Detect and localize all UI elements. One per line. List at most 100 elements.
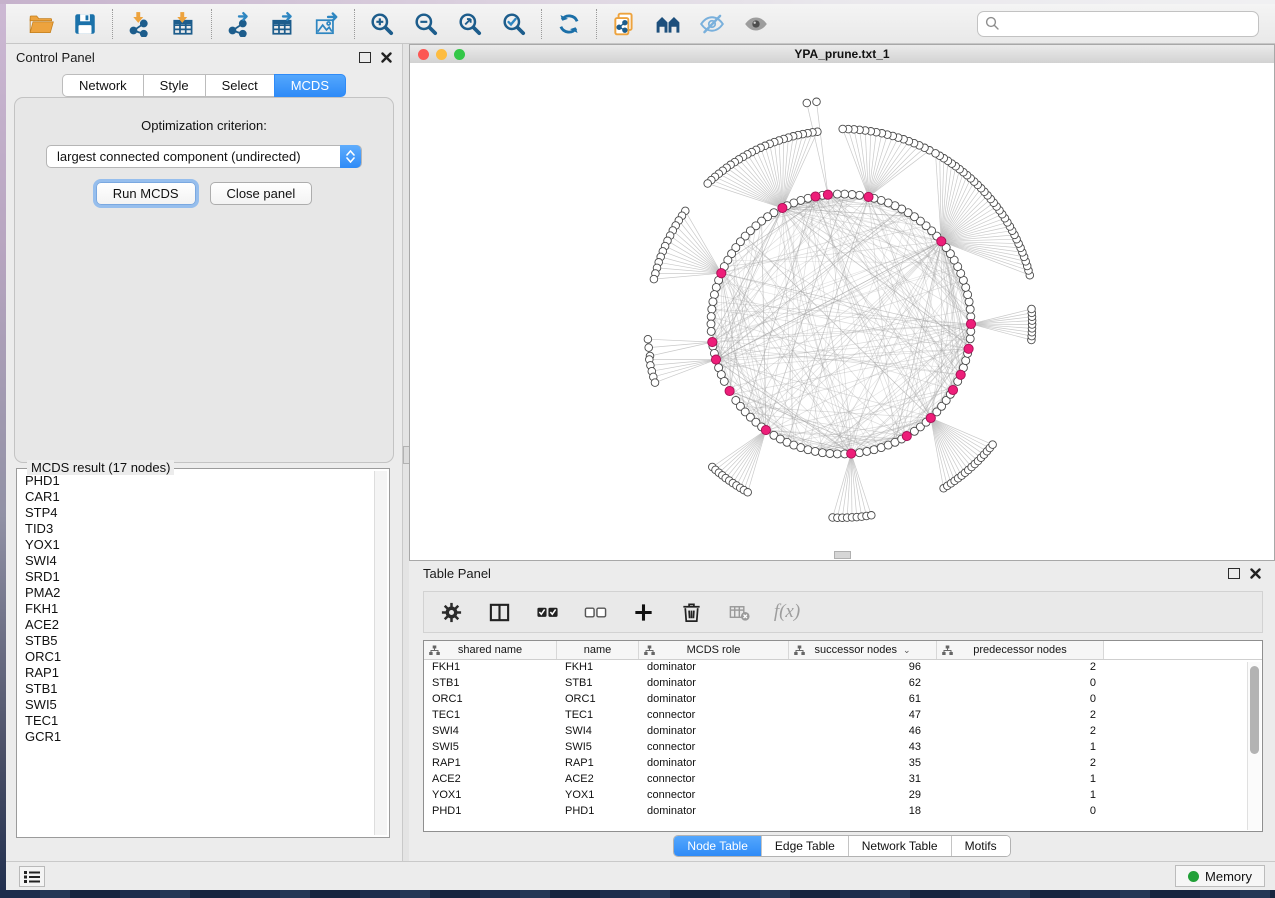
zoom-out-button[interactable]: [412, 10, 440, 38]
column-header-successor-nodes[interactable]: successor nodes⌄: [789, 641, 937, 659]
graph-node[interactable]: [709, 298, 717, 306]
graph-hub-node[interactable]: [847, 449, 856, 458]
graph-node[interactable]: [870, 446, 878, 454]
network-canvas[interactable]: [410, 63, 1274, 560]
first-neighbors-button[interactable]: [654, 10, 682, 38]
graph-hub-node[interactable]: [948, 385, 957, 394]
graph-leaf-node[interactable]: [744, 489, 752, 497]
tab-node-table[interactable]: Node Table: [674, 836, 762, 856]
close-table-panel-icon[interactable]: [1250, 568, 1261, 579]
graph-hub-node[interactable]: [717, 269, 726, 278]
select-all-button[interactable]: [534, 599, 560, 625]
graph-node[interactable]: [962, 357, 970, 365]
graph-leaf-node[interactable]: [645, 344, 653, 352]
export-table-button[interactable]: [269, 10, 297, 38]
delete-button[interactable]: [678, 599, 704, 625]
network-titlebar[interactable]: YPA_prune.txt_1: [410, 45, 1274, 64]
network-graph[interactable]: [410, 63, 1274, 560]
zoom-fit-button[interactable]: [456, 10, 484, 38]
graph-leaf-node[interactable]: [813, 98, 821, 106]
table-row[interactable]: ORC1ORC1dominator610: [424, 692, 1262, 708]
table-row[interactable]: PHD1PHD1dominator180: [424, 804, 1262, 820]
column-header-shared-name[interactable]: shared name: [424, 641, 557, 659]
table-row[interactable]: FKH1FKH1dominator962: [424, 660, 1262, 676]
mcds-result-item[interactable]: FKH1: [25, 601, 373, 617]
run-mcds-button[interactable]: Run MCDS: [96, 182, 196, 205]
graph-node[interactable]: [707, 327, 715, 335]
tab-network-table[interactable]: Network Table: [849, 836, 952, 856]
close-panel-icon[interactable]: [381, 52, 392, 63]
settings-button[interactable]: [438, 599, 464, 625]
graph-hub-node[interactable]: [926, 413, 935, 422]
table-row[interactable]: TEC1TEC1connector472: [424, 708, 1262, 724]
horizontal-splitter-handle[interactable]: [834, 551, 851, 559]
graph-node[interactable]: [966, 335, 974, 343]
add-button[interactable]: [630, 599, 656, 625]
graph-hub-node[interactable]: [725, 386, 734, 395]
graph-leaf-node[interactable]: [651, 379, 659, 387]
graph-leaf-node[interactable]: [868, 512, 876, 520]
tab-network[interactable]: Network: [62, 74, 143, 97]
graph-node[interactable]: [856, 449, 864, 457]
graph-node[interactable]: [720, 377, 728, 385]
graph-node[interactable]: [707, 313, 715, 321]
clone-network-button[interactable]: [610, 10, 638, 38]
table-row[interactable]: YOX1YOX1connector291: [424, 788, 1262, 804]
float-panel-icon[interactable]: [359, 52, 371, 63]
graph-hub-node[interactable]: [966, 319, 975, 328]
mcds-result-item[interactable]: ORC1: [25, 649, 373, 665]
export-network-button[interactable]: [225, 10, 253, 38]
task-history-button[interactable]: [19, 866, 45, 887]
column-header-predecessor-nodes[interactable]: predecessor nodes: [937, 641, 1104, 659]
graph-node[interactable]: [863, 447, 871, 455]
graph-node[interactable]: [856, 191, 864, 199]
column-header-name[interactable]: name: [557, 641, 639, 659]
graph-node[interactable]: [811, 447, 819, 455]
window-zoom-traffic-light[interactable]: [454, 49, 465, 60]
show-all-button[interactable]: [742, 10, 770, 38]
graph-leaf-node[interactable]: [704, 180, 712, 188]
tab-mcds[interactable]: MCDS: [274, 74, 346, 97]
mcds-list-scrollbar[interactable]: [374, 471, 387, 835]
graph-hub-node[interactable]: [708, 338, 717, 347]
memory-button[interactable]: Memory: [1175, 865, 1265, 887]
graph-hub-node[interactable]: [956, 370, 965, 379]
table-row[interactable]: RAP1RAP1dominator352: [424, 756, 1262, 772]
graph-leaf-node[interactable]: [803, 99, 811, 107]
search-input[interactable]: [977, 11, 1259, 37]
graph-hub-node[interactable]: [711, 355, 720, 364]
hide-selected-button[interactable]: [698, 10, 726, 38]
mcds-result-item[interactable]: STB5: [25, 633, 373, 649]
graph-node[interactable]: [841, 190, 849, 198]
graph-leaf-node[interactable]: [989, 441, 997, 449]
graph-hub-node[interactable]: [964, 344, 973, 353]
graph-hub-node[interactable]: [864, 192, 873, 201]
split-view-button[interactable]: [486, 599, 512, 625]
tab-select[interactable]: Select: [205, 74, 274, 97]
table-row[interactable]: ACE2ACE2connector311: [424, 772, 1262, 788]
import-network-button[interactable]: [126, 10, 154, 38]
mcds-result-item[interactable]: ACE2: [25, 617, 373, 633]
table-row[interactable]: SWI5SWI5connector431: [424, 740, 1262, 756]
open-button[interactable]: [27, 10, 55, 38]
zoom-selected-button[interactable]: [500, 10, 528, 38]
graph-leaf-node[interactable]: [932, 150, 940, 158]
mcds-result-item[interactable]: STP4: [25, 505, 373, 521]
tab-motifs[interactable]: Motifs: [952, 836, 1010, 856]
graph-hub-node[interactable]: [823, 190, 832, 199]
graph-hub-node[interactable]: [761, 426, 770, 435]
criterion-select[interactable]: largest connected component (undirected): [46, 145, 362, 168]
mcds-result-item[interactable]: PHD1: [25, 473, 373, 489]
graph-node[interactable]: [826, 450, 834, 458]
table-row[interactable]: STB1STB1dominator620: [424, 676, 1262, 692]
graph-node[interactable]: [819, 449, 827, 457]
window-minimize-traffic-light[interactable]: [436, 49, 447, 60]
column-header-MCDS-role[interactable]: MCDS role: [639, 641, 789, 659]
table-scrollbar-thumb[interactable]: [1250, 666, 1259, 754]
mcds-result-item[interactable]: PMA2: [25, 585, 373, 601]
graph-leaf-node[interactable]: [1028, 305, 1036, 313]
float-table-panel-icon[interactable]: [1228, 568, 1240, 579]
graph-node[interactable]: [797, 444, 805, 452]
graph-node[interactable]: [710, 291, 718, 299]
graph-hub-node[interactable]: [811, 192, 820, 201]
